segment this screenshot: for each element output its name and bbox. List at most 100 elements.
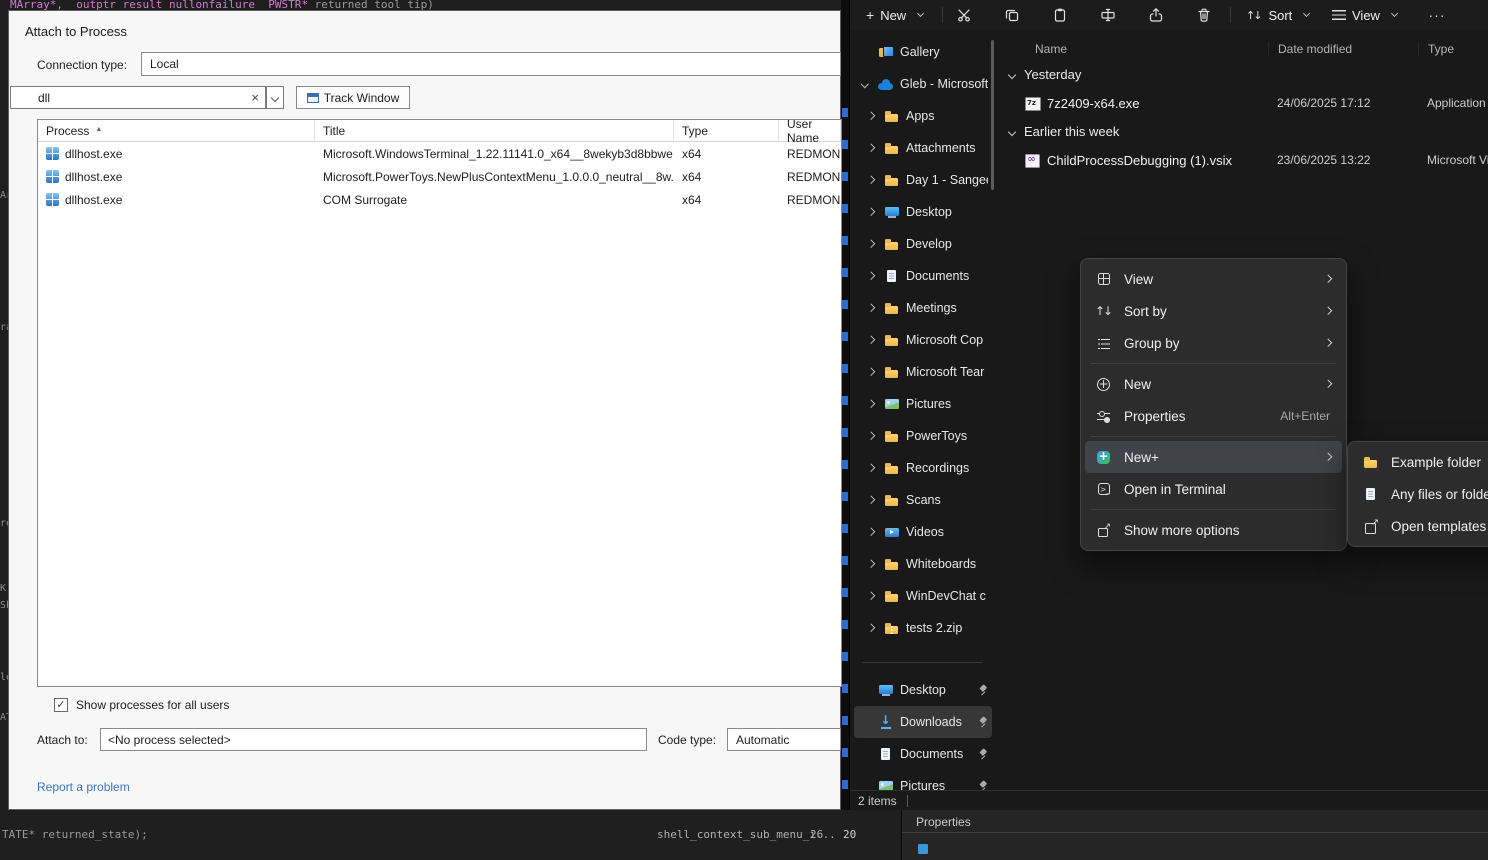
chevron-down-icon[interactable] bbox=[861, 80, 869, 88]
menu-item-show-more-options[interactable]: Show more options bbox=[1085, 514, 1342, 546]
sidebar-pinned-documents[interactable]: Documents bbox=[854, 738, 992, 770]
group-header-earlier-this-week[interactable]: Earlier this week bbox=[1000, 117, 1488, 146]
chevron-slot bbox=[864, 561, 877, 567]
chevron-down-icon[interactable] bbox=[1008, 70, 1016, 78]
delete-button[interactable] bbox=[1188, 3, 1220, 27]
menu-item-properties[interactable]: PropertiesAlt+Enter bbox=[1085, 400, 1342, 432]
sidebar-tree-microsoft-cop[interactable]: Microsoft Cop bbox=[854, 324, 992, 356]
menu-item-sort-by[interactable]: Sort by bbox=[1085, 295, 1342, 327]
chevron-right-icon[interactable] bbox=[867, 592, 875, 600]
clear-filter-icon[interactable]: × bbox=[251, 90, 259, 105]
sidebar-pinned-pictures[interactable]: Pictures bbox=[854, 770, 992, 790]
sidebar-tree-gleb-microsoft[interactable]: Gleb - Microsoft bbox=[854, 68, 992, 100]
process-row[interactable]: dllhost.exeMicrosoft.PowerToys.NewPlusCo… bbox=[38, 165, 841, 188]
chevron-right-icon[interactable] bbox=[867, 624, 875, 632]
track-window-label: Track Window bbox=[324, 91, 400, 105]
sidebar-tree-pictures[interactable]: Pictures bbox=[854, 388, 992, 420]
file-row-childprocessdebugging-1-vsix[interactable]: ChildProcessDebugging (1).vsix23/06/2025… bbox=[1000, 146, 1488, 174]
chevron-right-icon[interactable] bbox=[867, 464, 875, 472]
chevron-right-icon[interactable] bbox=[867, 560, 875, 568]
process-row[interactable]: dllhost.exeMicrosoft.WindowsTerminal_1.2… bbox=[38, 142, 841, 165]
chevron-right-icon[interactable] bbox=[867, 176, 875, 184]
rename-button[interactable] bbox=[1092, 3, 1124, 27]
sidebar-tree-whiteboards[interactable]: Whiteboards bbox=[854, 548, 992, 580]
file-row-7z2409-x64-exe[interactable]: 7z2409-x64.exe24/06/2025 17:12Applicatio… bbox=[1000, 89, 1488, 117]
chevron-right-icon[interactable] bbox=[867, 368, 875, 376]
menu-item-open-in-terminal[interactable]: Open in Terminal bbox=[1085, 473, 1342, 505]
sidebar-tree-gallery[interactable]: Gallery bbox=[854, 36, 992, 68]
report-problem-link[interactable]: Report a problem bbox=[37, 780, 130, 794]
sidebar-tree-powertoys[interactable]: PowerToys bbox=[854, 420, 992, 452]
menu-item-label: Any files or folde bbox=[1391, 487, 1488, 502]
new-button[interactable]: + New bbox=[858, 3, 931, 27]
menu-item-label: Example folder bbox=[1391, 455, 1488, 470]
sidebar-scrollbar[interactable] bbox=[991, 40, 994, 190]
chevron-right-icon[interactable] bbox=[867, 400, 875, 408]
sidebar-tree-meetings[interactable]: Meetings bbox=[854, 292, 992, 324]
folder-icon bbox=[883, 236, 900, 253]
sidebar-tree-develop[interactable]: Develop bbox=[854, 228, 992, 260]
sidebar-item-label: Recordings bbox=[906, 461, 988, 475]
folder-icon bbox=[883, 460, 900, 477]
sidebar-tree-tests-2-zip[interactable]: tests 2.zip bbox=[854, 612, 992, 644]
chevron-slot bbox=[864, 625, 877, 631]
filter-dropdown-button[interactable] bbox=[266, 86, 284, 109]
sidebar-tree-desktop[interactable]: Desktop bbox=[854, 196, 992, 228]
menu-item-group-by[interactable]: Group by bbox=[1085, 327, 1342, 359]
item-count: 2 items bbox=[858, 794, 897, 808]
sidebar-item-label: Develop bbox=[906, 237, 988, 251]
chevron-right-icon[interactable] bbox=[867, 496, 875, 504]
menu-item-label: Open in Terminal bbox=[1124, 482, 1330, 497]
track-window-button[interactable]: Track Window bbox=[296, 86, 410, 109]
sidebar-tree-apps[interactable]: Apps bbox=[854, 100, 992, 132]
sidebar-pinned-downloads[interactable]: Downloads bbox=[854, 706, 992, 738]
menu-item-example-folder[interactable]: Example folder bbox=[1352, 446, 1488, 478]
sort-button[interactable]: ↑↓ Sort bbox=[1238, 3, 1317, 27]
sidebar-pinned-desktop[interactable]: Desktop bbox=[854, 674, 992, 706]
chevron-right-icon[interactable] bbox=[867, 240, 875, 248]
see-more-button[interactable]: ··· bbox=[1422, 3, 1452, 27]
sidebar-tree-videos[interactable]: Videos bbox=[854, 516, 992, 548]
sidebar-tree-attachments[interactable]: Attachments bbox=[854, 132, 992, 164]
sidebar-tree-documents[interactable]: Documents bbox=[854, 260, 992, 292]
chevron-down-icon[interactable] bbox=[1008, 127, 1016, 135]
process-row[interactable]: dllhost.exeCOM Surrogatex64REDMOND bbox=[38, 188, 841, 211]
chevron-right-icon[interactable] bbox=[867, 144, 875, 152]
chevron-right-icon[interactable] bbox=[867, 112, 875, 120]
menu-item-open-templates[interactable]: Open templates bbox=[1352, 510, 1488, 542]
menu-item-view[interactable]: View bbox=[1085, 263, 1342, 295]
view-button[interactable]: View bbox=[1324, 3, 1405, 27]
sidebar-tree-windevchat-c[interactable]: WinDevChat c bbox=[854, 580, 992, 612]
chevron-right-icon[interactable] bbox=[867, 528, 875, 536]
sidebar-tree-scans[interactable]: Scans bbox=[854, 484, 992, 516]
group-header-yesterday[interactable]: Yesterday bbox=[1000, 60, 1488, 89]
sidebar-tree-recordings[interactable]: Recordings bbox=[854, 452, 992, 484]
group-label: Yesterday bbox=[1024, 67, 1081, 82]
column-name[interactable]: Name bbox=[1000, 42, 1268, 56]
menu-item-new-plus[interactable]: New+ bbox=[1085, 441, 1342, 473]
show-all-users-checkbox[interactable]: ✓ bbox=[54, 698, 68, 712]
paste-button[interactable] bbox=[1044, 3, 1076, 27]
cut-button[interactable] bbox=[948, 3, 980, 27]
menu-item-any-files-or-folde[interactable]: Any files or folde bbox=[1352, 478, 1488, 510]
copy-button[interactable] bbox=[996, 3, 1028, 27]
chevron-right-icon[interactable] bbox=[867, 432, 875, 440]
code-type-select[interactable]: Automatic bbox=[727, 728, 841, 751]
chevron-right-icon[interactable] bbox=[867, 208, 875, 216]
column-date-modified[interactable]: Date modified bbox=[1268, 42, 1418, 56]
share-button[interactable] bbox=[1140, 3, 1172, 27]
chevron-right-icon[interactable] bbox=[867, 336, 875, 344]
column-header-process[interactable]: Process ▲ bbox=[38, 120, 315, 141]
column-header-username[interactable]: User Name bbox=[779, 120, 841, 141]
connection-type-select[interactable]: Local bbox=[141, 52, 841, 76]
column-header-type[interactable]: Type bbox=[674, 120, 779, 141]
menu-item-new[interactable]: New bbox=[1085, 368, 1342, 400]
process-filter-input[interactable]: dll × bbox=[10, 86, 266, 109]
sidebar-tree-day-1-sangee[interactable]: Day 1 - Sangee bbox=[854, 164, 992, 196]
column-header-title[interactable]: Title bbox=[315, 120, 674, 141]
sidebar-tree-microsoft-tear[interactable]: Microsoft Tear bbox=[854, 356, 992, 388]
chevron-right-icon[interactable] bbox=[867, 272, 875, 280]
chevron-right-icon[interactable] bbox=[867, 304, 875, 312]
column-type[interactable]: Type bbox=[1418, 42, 1488, 56]
attach-to-input[interactable]: <No process selected> bbox=[100, 728, 647, 751]
